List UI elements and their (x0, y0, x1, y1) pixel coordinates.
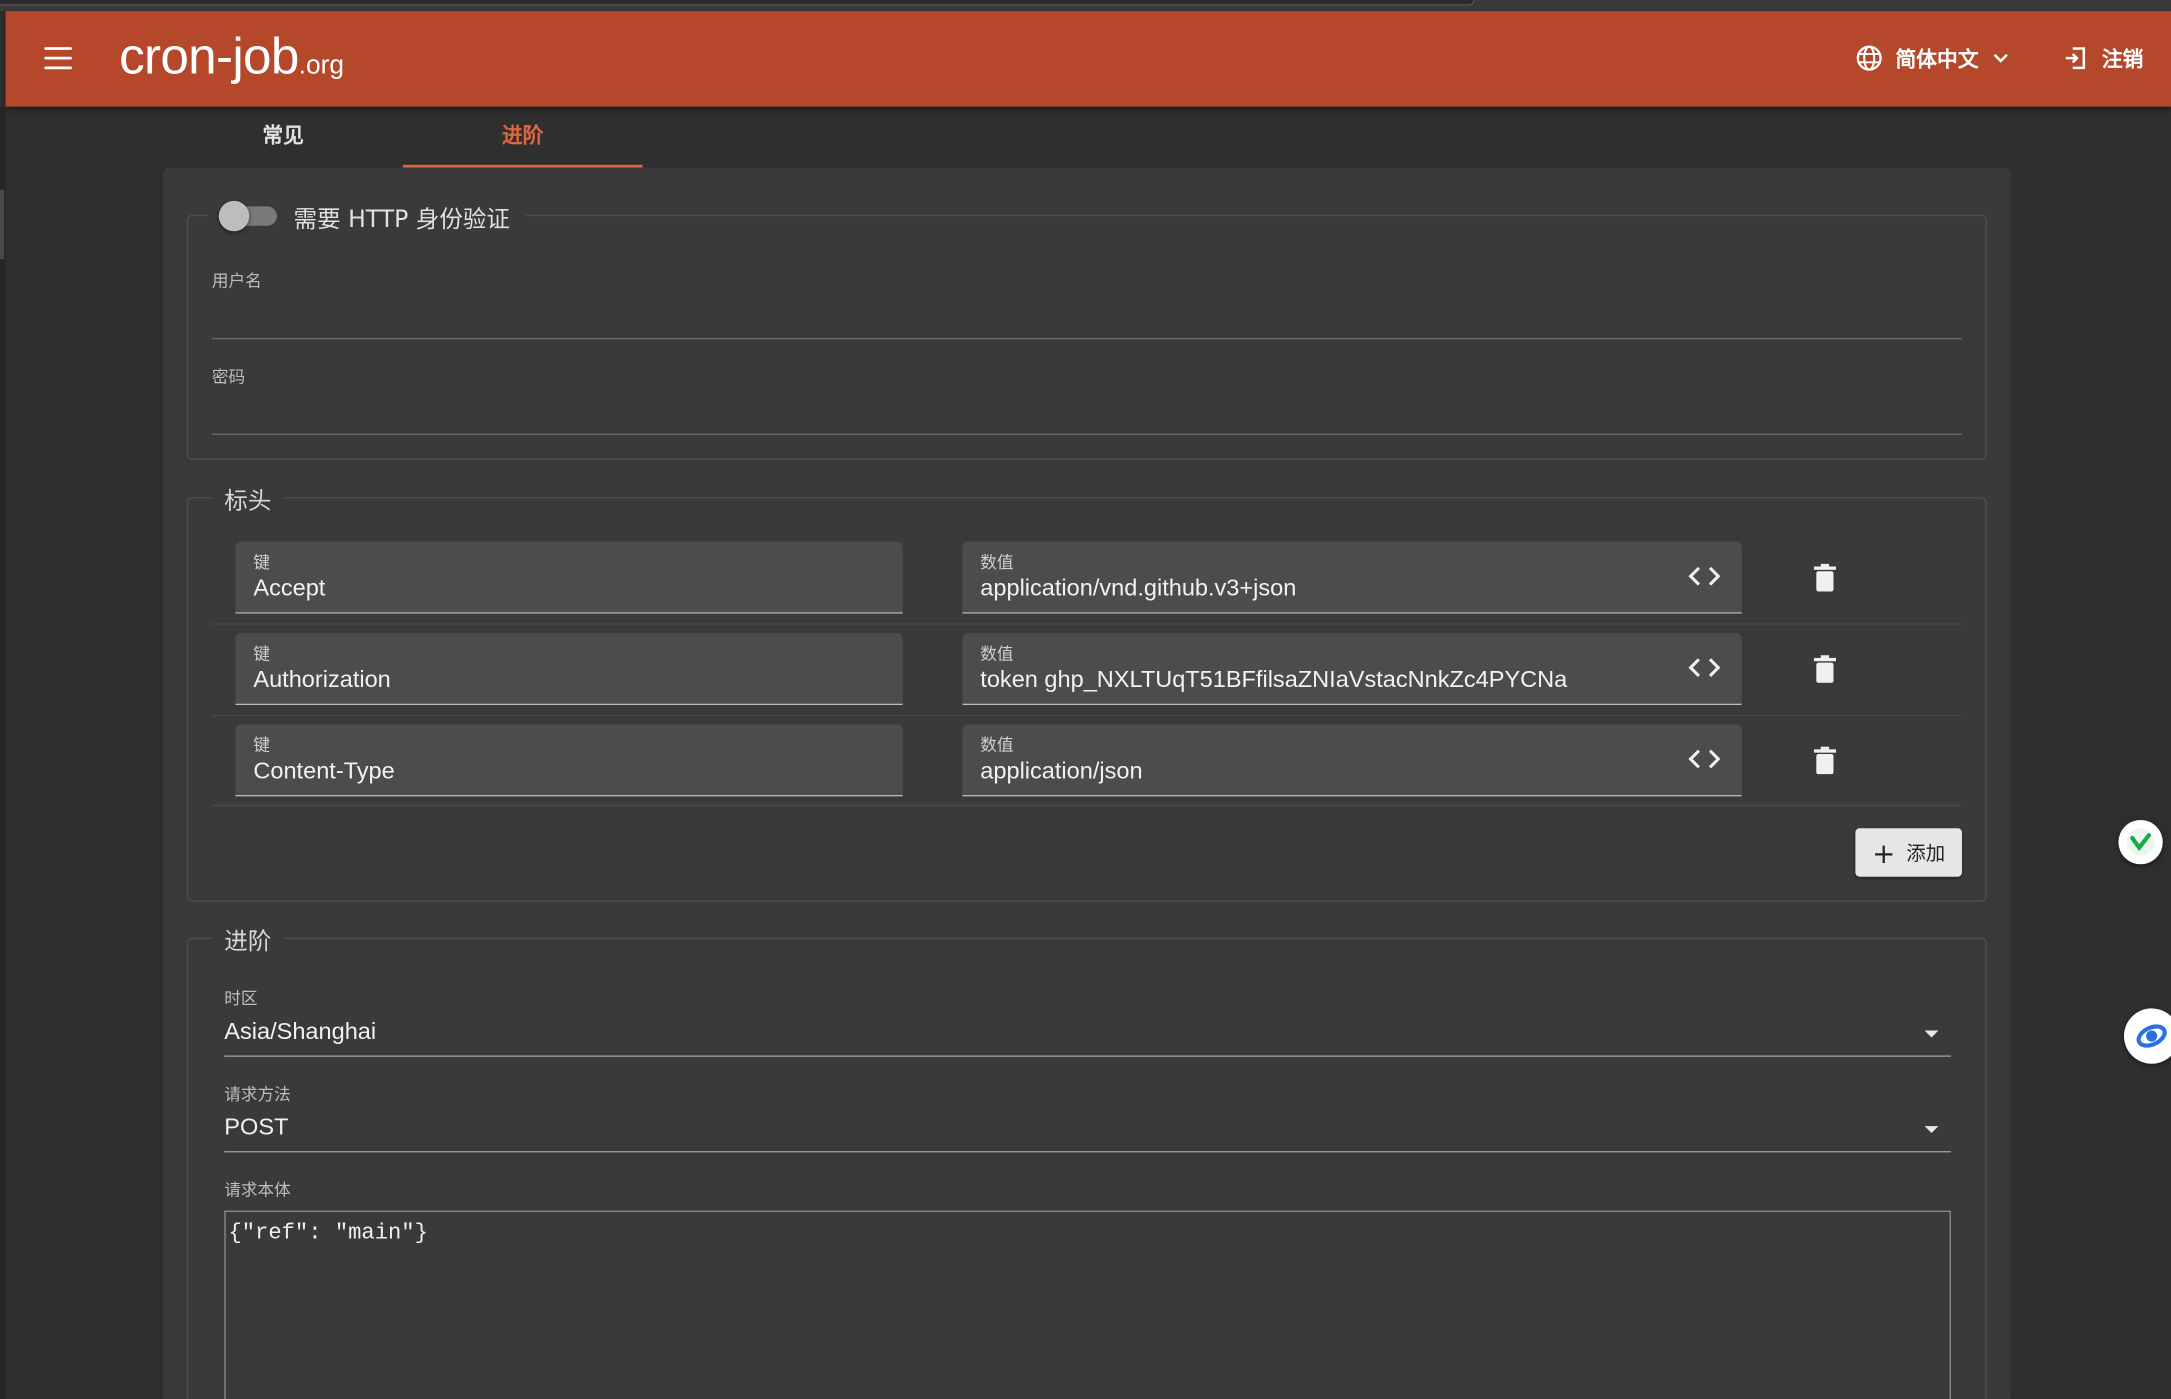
code-brackets-icon[interactable] (1686, 744, 1722, 774)
add-header-label: 添加 (1906, 842, 1946, 865)
timezone-underline (224, 1055, 1951, 1057)
body-label: 请求本体 (224, 1180, 291, 1200)
password-field[interactable] (211, 433, 1962, 435)
caret-down-icon[interactable] (1924, 1126, 1939, 1134)
logo[interactable]: cron-job.org (119, 28, 344, 86)
language-label: 简体中文 (1895, 46, 1979, 72)
method-underline (224, 1151, 1951, 1153)
http-auth-toggle[interactable] (218, 200, 277, 232)
header-key-label: 键 (253, 735, 271, 755)
header-value-value: application/vnd.github.v3+json (980, 574, 1297, 602)
orbit-logo-icon (2136, 1024, 2167, 1048)
header-value-label: 数值 (980, 644, 1014, 664)
username-field[interactable] (211, 337, 1962, 340)
logout-label: 注销 (2101, 46, 2144, 72)
logo-main: cron-job (119, 27, 299, 85)
caret-down-icon[interactable] (1924, 1030, 1939, 1038)
password-label: 密码 (211, 367, 246, 387)
header-value-field[interactable]: 数值 application/vnd.github.v3+json (962, 541, 1742, 614)
code-brackets-icon[interactable] (1686, 561, 1722, 591)
timezone-select[interactable]: Asia/Shanghai (224, 1018, 376, 1046)
header-value-field[interactable]: 数值 application/json (962, 724, 1742, 797)
browser-tab-edge (0, 0, 1475, 6)
globe-icon (1856, 45, 1882, 71)
http-auth-label: 需要 HTTP 身份验证 (293, 206, 510, 235)
row-divider (211, 714, 1962, 717)
page: cron-job.org 简体中文 注销 常见 进阶 需要 HTTP 身份验证 … (0, 0, 2171, 1399)
toggle-thumb (218, 200, 250, 232)
browser-top-edge (0, 0, 2171, 12)
request-body-textarea[interactable]: {"ref": "main"} (224, 1210, 1951, 1399)
advanced-legend: 进阶 (213, 921, 283, 956)
header-key-value: Authorization (253, 666, 391, 693)
logout-button[interactable]: 注销 (2063, 42, 2143, 75)
username-label: 用户名 (211, 271, 262, 291)
header-value-label: 数值 (980, 735, 1014, 755)
extension-bubble[interactable] (2123, 1008, 2171, 1064)
tab-common[interactable]: 常见 (163, 107, 403, 168)
add-header-button[interactable]: + 添加 (1855, 828, 1962, 877)
plus-icon: + (1872, 835, 1896, 870)
header-value-label: 数值 (980, 552, 1014, 573)
menu-icon[interactable] (44, 47, 72, 70)
header-key-field[interactable]: 键 Authorization (235, 632, 903, 706)
chevron-down-icon (1993, 53, 2008, 63)
tab-advanced[interactable]: 进阶 (402, 107, 643, 168)
app-bar: cron-job.org 简体中文 注销 (5, 11, 2171, 107)
trash-icon[interactable] (1813, 746, 1836, 775)
code-brackets-icon[interactable] (1686, 652, 1722, 682)
extension-bubble[interactable] (2118, 819, 2163, 865)
header-key-value: Accept (253, 574, 326, 602)
row-divider (211, 623, 1962, 625)
timezone-label: 时区 (224, 988, 258, 1009)
left-edge (0, 106, 6, 1399)
headers-legend: 标头 (213, 480, 283, 516)
logout-icon (2065, 47, 2086, 70)
header-key-label: 键 (253, 644, 271, 664)
header-value-value: application/json (980, 757, 1143, 784)
logo-tld: .org (298, 51, 344, 81)
header-key-value: Content-Type (253, 757, 395, 784)
row-divider (211, 804, 1962, 807)
left-edge-mark (0, 189, 5, 260)
method-label: 请求方法 (224, 1084, 291, 1104)
trash-icon[interactable] (1813, 655, 1836, 683)
header-key-label: 键 (253, 552, 271, 573)
header-key-field[interactable]: 键 Accept (235, 541, 903, 614)
header-value-field[interactable]: 数值 token ghp_NXLTUqT51BFfilsaZNIaVstacNn… (962, 632, 1742, 706)
method-select[interactable]: POST (224, 1114, 288, 1142)
trash-icon[interactable] (1813, 563, 1836, 592)
header-key-field[interactable]: 键 Content-Type (235, 724, 903, 797)
check-logo-icon (2126, 828, 2155, 856)
language-selector[interactable]: 简体中文 (1855, 42, 2021, 75)
header-value-value: token ghp_NXLTUqT51BFfilsaZNIaVstacNnkZc… (980, 666, 1568, 693)
